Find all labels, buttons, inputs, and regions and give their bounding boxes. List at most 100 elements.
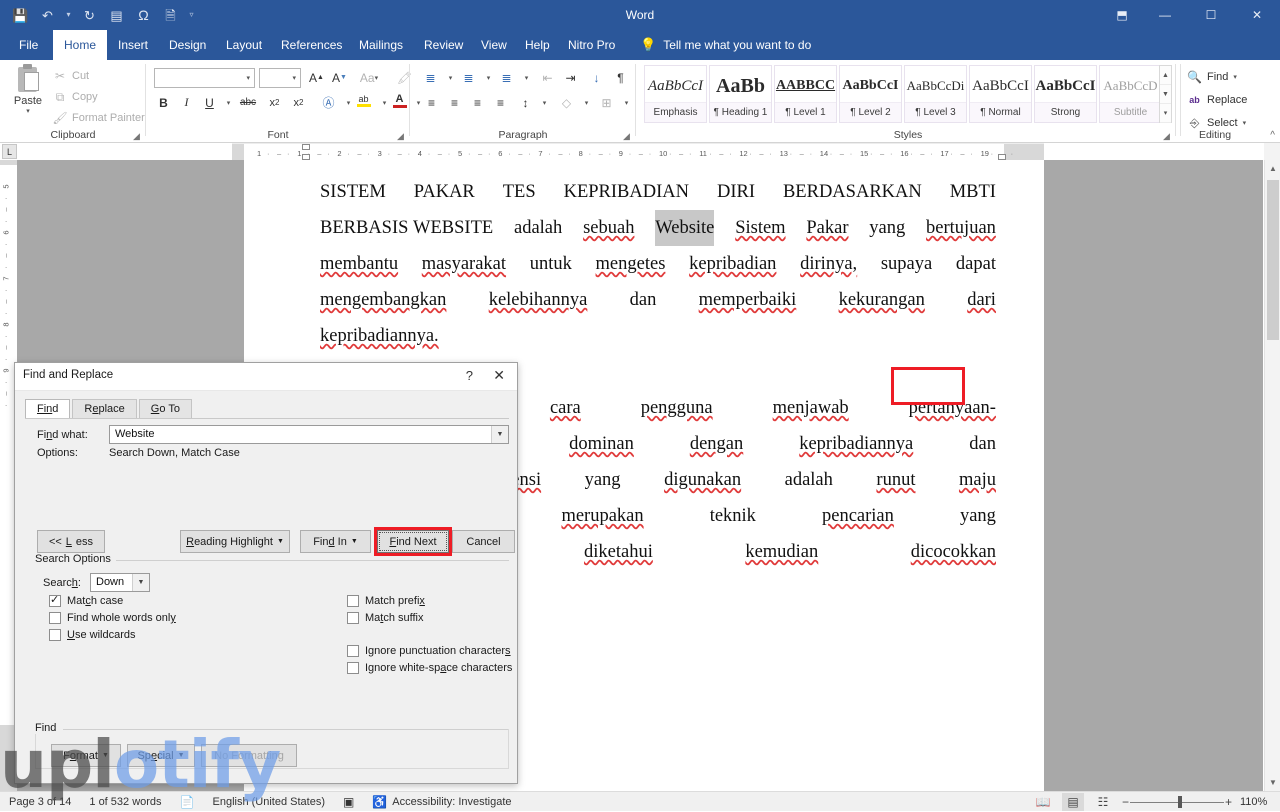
spelling-check-icon[interactable]: 📄 bbox=[171, 795, 204, 809]
chevron-down-icon[interactable]: ▼ bbox=[491, 426, 508, 443]
shading-button[interactable]: ◇ bbox=[556, 92, 577, 113]
line-spacing-dropdown-icon[interactable]: ▾ bbox=[534, 92, 555, 113]
numbering-button[interactable]: ≣ bbox=[458, 67, 479, 88]
borders-button[interactable]: ⊞ bbox=[596, 92, 617, 113]
checkbox-match-prefix[interactable]: Match prefix bbox=[347, 595, 425, 607]
clipboard-dialog-launcher-icon[interactable]: ◢ bbox=[133, 131, 143, 141]
paste-button[interactable]: Paste ▾ bbox=[8, 64, 48, 115]
macro-recording-icon[interactable]: ▣ bbox=[334, 795, 363, 809]
status-page[interactable]: Page 3 of 14 bbox=[0, 796, 80, 808]
align-left-button[interactable]: ≡ bbox=[421, 92, 442, 113]
dialog-tab-goto[interactable]: Go To bbox=[138, 399, 192, 419]
borders-dropdown-icon[interactable]: ▾ bbox=[616, 92, 637, 113]
cut-button[interactable]: ✂ Cut bbox=[52, 66, 89, 86]
find-button[interactable]: 🔍 Find ▾ bbox=[1185, 66, 1237, 88]
style-level-1[interactable]: AABBCC ¶ Level 1 bbox=[774, 65, 837, 123]
copy-button[interactable]: ⧉ Copy bbox=[52, 87, 98, 107]
restore-icon[interactable]: ☐ bbox=[1188, 0, 1234, 30]
tab-nitro-pro[interactable]: Nitro Pro bbox=[557, 30, 626, 60]
justify-button[interactable]: ≡ bbox=[490, 92, 511, 113]
style-normal[interactable]: AaBbCcI ¶ Normal bbox=[969, 65, 1032, 123]
style-strong[interactable]: AaBbCcI Strong bbox=[1034, 65, 1097, 123]
tab-insert[interactable]: Insert bbox=[107, 30, 159, 60]
scroll-splitter[interactable] bbox=[1264, 143, 1280, 160]
cancel-button[interactable]: Cancel bbox=[452, 530, 515, 553]
reading-highlight-button[interactable]: Reading Highlight ▼ bbox=[180, 530, 290, 553]
align-right-button[interactable]: ≡ bbox=[467, 92, 488, 113]
font-color-button[interactable]: A bbox=[389, 90, 410, 111]
zoom-slider-handle[interactable] bbox=[1178, 796, 1182, 808]
less-button[interactable]: << Less bbox=[37, 530, 105, 553]
paste-dropdown-icon[interactable]: ▾ bbox=[8, 107, 48, 115]
font-name-combo[interactable]: ▾ bbox=[154, 68, 255, 88]
style-heading-1[interactable]: AaBb ¶ Heading 1 bbox=[709, 65, 772, 123]
sort-button[interactable]: ↓ bbox=[586, 67, 607, 88]
show-formatting-marks-button[interactable]: ¶ bbox=[610, 67, 631, 88]
styles-dialog-launcher-icon[interactable]: ◢ bbox=[1163, 131, 1173, 141]
replace-button[interactable]: ab Replace bbox=[1185, 89, 1247, 111]
tab-help[interactable]: Help bbox=[514, 30, 561, 60]
scroll-up-icon[interactable]: ▲ bbox=[1265, 160, 1280, 177]
multilevel-dropdown-icon[interactable]: ▾ bbox=[516, 67, 537, 88]
checkbox-ignore-punctuation[interactable]: Ignore punctuation characters bbox=[347, 645, 511, 657]
dialog-tab-replace[interactable]: Replace bbox=[72, 399, 137, 419]
align-center-button[interactable]: ≡ bbox=[444, 92, 465, 113]
subscript-button[interactable]: x2 bbox=[264, 92, 285, 113]
horizontal-ruler[interactable]: 1·–·1·–·2·–·3·–·4·–·5·–·6·–·7·–·8·–·9·–·… bbox=[232, 143, 1044, 161]
styles-scroll-up-icon[interactable]: ▲ bbox=[1160, 66, 1171, 85]
paragraph-dialog-launcher-icon[interactable]: ◢ bbox=[623, 131, 633, 141]
minimize-icon[interactable]: — bbox=[1142, 0, 1188, 30]
italic-button[interactable]: I bbox=[176, 92, 197, 113]
checkbox-match-suffix[interactable]: Match suffix bbox=[347, 612, 424, 624]
status-accessibility[interactable]: ♿ Accessibility: Investigate bbox=[363, 795, 520, 809]
web-layout-view-button[interactable]: ☷ bbox=[1092, 793, 1114, 811]
find-in-button[interactable]: Find In ▼ bbox=[300, 530, 371, 553]
find-what-input[interactable]: Website ▼ bbox=[109, 425, 509, 444]
decrease-indent-button[interactable]: ⇤ bbox=[537, 67, 558, 88]
multilevel-list-button[interactable]: ≣ bbox=[496, 67, 517, 88]
tab-references[interactable]: References bbox=[270, 30, 353, 60]
zoom-in-icon[interactable]: + bbox=[1225, 795, 1232, 809]
bold-button[interactable]: B bbox=[153, 92, 174, 113]
line-spacing-button[interactable]: ↕ bbox=[515, 92, 536, 113]
read-mode-view-button[interactable]: 📖 bbox=[1032, 793, 1054, 811]
print-layout-view-button[interactable]: ▤ bbox=[1062, 793, 1084, 811]
format-painter-button[interactable]: 🖌 Format Painter bbox=[52, 108, 144, 128]
chevron-down-icon[interactable]: ▼ bbox=[132, 574, 149, 591]
select-dropdown-icon[interactable]: ▾ bbox=[1243, 119, 1247, 127]
style-emphasis[interactable]: AaBbCcI Emphasis bbox=[644, 65, 707, 123]
help-icon[interactable]: ? bbox=[466, 368, 473, 383]
search-direction-select[interactable]: Down ▼ bbox=[90, 573, 150, 592]
tab-view[interactable]: View bbox=[470, 30, 518, 60]
tab-home[interactable]: Home bbox=[53, 30, 108, 60]
status-language[interactable]: English (United States) bbox=[204, 796, 335, 808]
zoom-level-label[interactable]: 110% bbox=[1240, 796, 1274, 808]
styles-more-icon[interactable]: ▾ bbox=[1160, 104, 1171, 123]
tab-mailings[interactable]: Mailings bbox=[348, 30, 414, 60]
styles-gallery-scroll[interactable]: ▲ ▼ ▾ bbox=[1159, 65, 1172, 123]
style-level-3[interactable]: AaBbCcDi ¶ Level 3 bbox=[904, 65, 967, 123]
bullets-button[interactable]: ≣ bbox=[420, 67, 441, 88]
text-effects-button[interactable]: Ⓐ bbox=[318, 92, 339, 113]
superscript-button[interactable]: x2 bbox=[288, 92, 309, 113]
close-icon[interactable]: ✕ bbox=[1234, 0, 1280, 30]
shrink-font-button[interactable]: A ▼ bbox=[329, 67, 350, 88]
style-subtitle[interactable]: AaBbCcD Subtitle bbox=[1099, 65, 1162, 123]
tab-review[interactable]: Review bbox=[413, 30, 474, 60]
special-button[interactable]: Special ▼ bbox=[127, 744, 195, 767]
checkbox-match-case[interactable]: Match case bbox=[49, 593, 123, 607]
collapse-ribbon-icon[interactable]: ^ bbox=[1270, 130, 1275, 141]
zoom-out-icon[interactable]: − bbox=[1122, 795, 1129, 809]
text-highlight-color-button[interactable]: ab bbox=[353, 90, 374, 111]
font-size-combo[interactable]: ▾ bbox=[259, 68, 301, 88]
increase-indent-button[interactable]: ⇥ bbox=[560, 67, 581, 88]
underline-button[interactable]: U bbox=[199, 92, 220, 113]
dialog-tab-find[interactable]: Find bbox=[25, 399, 71, 419]
tab-layout[interactable]: Layout bbox=[215, 30, 273, 60]
tab-file[interactable]: File bbox=[8, 30, 49, 60]
format-button[interactable]: Format ▼ bbox=[51, 744, 121, 767]
checkbox-use-wildcards[interactable]: Use wildcards bbox=[49, 629, 135, 641]
shading-dropdown-icon[interactable]: ▾ bbox=[576, 92, 597, 113]
grow-font-button[interactable]: A ▲ bbox=[306, 67, 327, 88]
font-dialog-launcher-icon[interactable]: ◢ bbox=[397, 131, 407, 141]
